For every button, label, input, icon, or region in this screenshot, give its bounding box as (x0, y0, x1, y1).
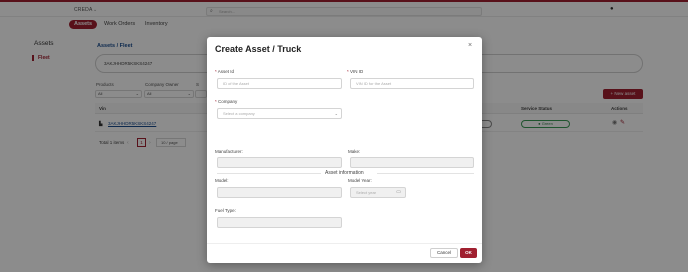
modal-title: Create Asset / Truck (215, 44, 302, 54)
model-label: Model: (215, 178, 229, 183)
vin-id-label-text: VIN ID (350, 69, 364, 74)
ok-button[interactable]: OK (460, 248, 477, 258)
cancel-button[interactable]: Cancel (430, 248, 458, 258)
calendar-icon: ▭ (396, 189, 401, 195)
vin-id-label: * VIN ID (347, 69, 364, 74)
fuel-type-input[interactable] (217, 217, 342, 228)
company-label-text: Company (218, 99, 238, 104)
make-label: Make: (348, 149, 361, 154)
model-input[interactable] (217, 187, 342, 198)
vin-id-input[interactable]: VIN ID for the Asset (350, 78, 474, 89)
chevron-down-icon: ⌄ (334, 111, 338, 116)
section-title: Asset information (325, 170, 364, 176)
company-label: * Company (215, 99, 238, 104)
section-divider-left (217, 173, 321, 174)
company-select-placeholder: Select a company (223, 111, 255, 116)
model-year-placeholder: Select year (356, 190, 377, 195)
asset-id-label: * Asset Id (215, 69, 235, 74)
make-input[interactable] (350, 157, 474, 168)
fuel-type-label: Fuel Type: (215, 208, 236, 213)
manufacturer-label: Manufacturer: (215, 149, 243, 154)
model-year-picker[interactable]: Select year ▭ (350, 187, 406, 198)
create-asset-modal: Create Asset / Truck × * Asset Id ID of … (207, 37, 482, 263)
model-year-label: Model Year: (348, 178, 372, 183)
manufacturer-input[interactable] (217, 157, 342, 168)
asset-id-label-text: Asset Id (217, 69, 235, 74)
company-select[interactable]: Select a company ⌄ (217, 108, 342, 119)
section-divider-right (377, 173, 474, 174)
asset-id-input[interactable]: ID of the Asset (217, 78, 342, 89)
close-icon[interactable]: × (468, 42, 472, 49)
